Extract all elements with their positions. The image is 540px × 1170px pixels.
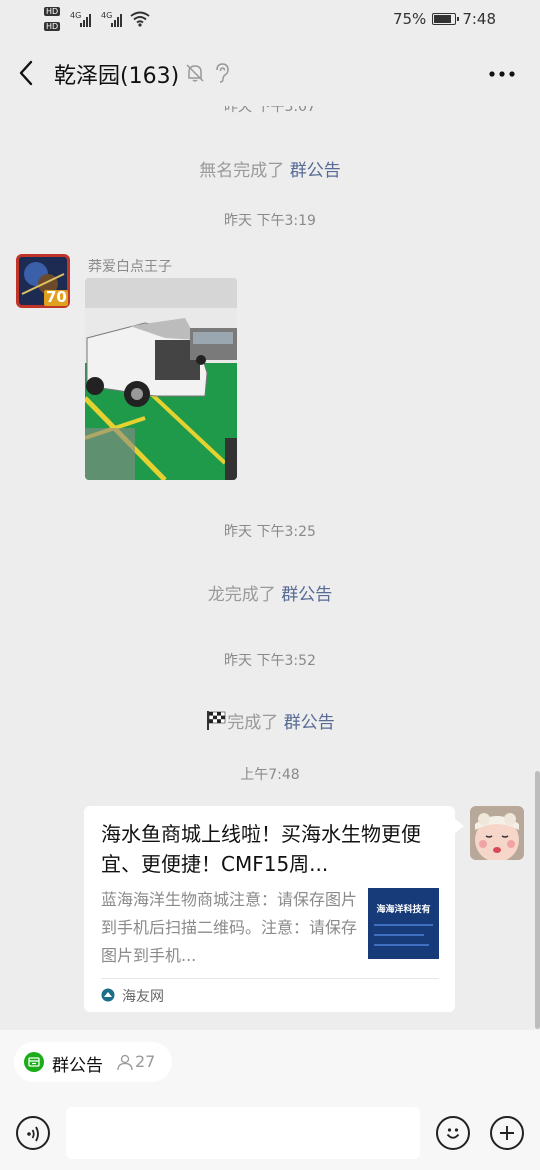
image-message[interactable] [85, 278, 237, 480]
wifi-icon [130, 11, 150, 27]
announcement-link[interactable]: 群公告 [281, 585, 332, 605]
link-card-description: 蓝海海洋生物商城注意：请保存图片到手机后扫描二维码。注意：请保存图片到手机... [101, 890, 358, 965]
announcement-link[interactable]: 群公告 [290, 161, 341, 181]
bottom-panel: 群公告 27 [0, 1030, 540, 1170]
emoji-icon [446, 1128, 460, 1139]
system-text: 無名完成了 [199, 161, 290, 181]
timestamp: 上午7:48 [240, 767, 300, 783]
group-announcement-button[interactable]: 群公告 27 [14, 1042, 172, 1082]
chat-title: 乾泽园(163) [54, 64, 180, 89]
back-arrow-icon[interactable] [16, 60, 38, 86]
announcement-count: 27 [135, 1052, 156, 1071]
scrollbar[interactable] [535, 771, 540, 1029]
system-message: 龙完成了 群公告 [0, 580, 540, 605]
chat-area[interactable]: 昨天 下午3:07 無名完成了 群公告 昨天 下午3:19 70 莽爱白点王子 [0, 106, 540, 1030]
system-message: 無名完成了 群公告 [0, 156, 540, 181]
status-bar: HD HD 4G 4G 75% 7:48 [0, 0, 540, 40]
voice-icon [27, 1126, 39, 1142]
chat-header: 乾泽园(163) [0, 40, 540, 106]
hd-badge: HD [44, 7, 61, 16]
voice-button[interactable] [16, 1116, 50, 1150]
my-avatar[interactable] [470, 806, 524, 860]
status-right: 75% 7:48 [393, 10, 496, 28]
signal-icon [111, 13, 122, 27]
message-input[interactable] [66, 1107, 420, 1159]
announcement-label: 群公告 [52, 1056, 103, 1076]
timestamp: 昨天 下午3:07 [224, 106, 316, 115]
thumbnail-text: 海海洋科技有 [376, 905, 431, 915]
battery-icon [432, 13, 460, 25]
plus-icon [500, 1126, 514, 1140]
source-logo-icon [101, 988, 115, 1002]
mute-bell-icon [186, 64, 204, 82]
divider [101, 978, 439, 979]
link-card-title: 海水鱼商城上线啦！买海水生物更便宜、更便捷！CMF15周... [101, 822, 421, 876]
checkered-flag-icon [207, 711, 226, 730]
timestamp: 昨天 下午3:25 [224, 524, 316, 540]
link-card-source: 海友网 [122, 989, 164, 1005]
system-text: 完成了 [227, 713, 284, 733]
bubble-tail [454, 818, 464, 834]
avatar-badge: 70 [46, 288, 67, 306]
signal-icon [80, 13, 91, 27]
more-icon[interactable] [488, 70, 516, 78]
clock: 7:48 [462, 10, 496, 28]
person-icon [117, 1054, 133, 1071]
sender-name: 莽爱白点王子 [88, 259, 172, 275]
plus-button[interactable] [490, 1116, 524, 1150]
announcement-link[interactable]: 群公告 [284, 713, 335, 733]
system-text: 龙完成了 [207, 585, 282, 605]
ear-icon [216, 63, 229, 83]
timestamp: 昨天 下午3:19 [224, 213, 316, 229]
system-message: 完成了 群公告 [0, 708, 540, 733]
emoji-button[interactable] [436, 1116, 470, 1150]
link-card-thumbnail: 海海洋科技有 [368, 888, 439, 959]
timestamp: 昨天 下午3:52 [224, 653, 316, 669]
battery-percent: 75% [392, 10, 427, 28]
link-card[interactable]: 海水鱼商城上线啦！买海水生物更便宜、更便捷！CMF15周... 蓝海海洋生物商城… [84, 806, 455, 1012]
hd-badge: HD [44, 22, 61, 31]
announcement-icon [24, 1052, 44, 1072]
avatar[interactable]: 70 [16, 254, 70, 308]
